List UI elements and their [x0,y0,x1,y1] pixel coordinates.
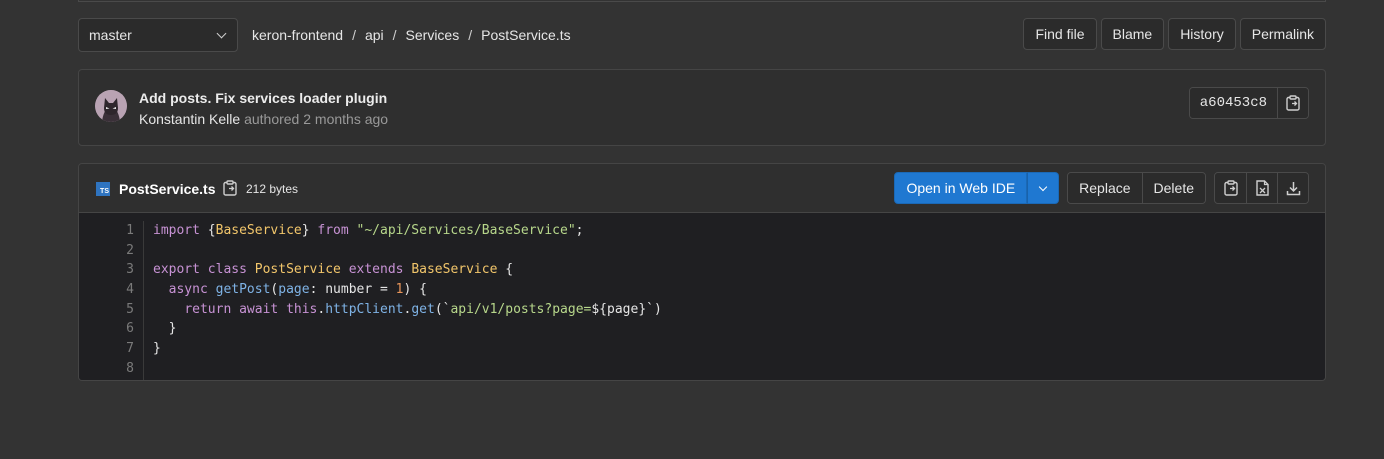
line-number[interactable]: 6 [79,319,143,339]
clipboard-icon [223,180,237,196]
code-line: import {BaseService} from "~/api/Service… [153,223,584,238]
line-number[interactable]: 7 [79,339,143,359]
code-line: } [153,341,161,357]
commit-sha-group: a60453c8 [1188,87,1309,119]
line-number[interactable]: 2 [79,241,143,261]
line-number[interactable]: 5 [79,300,143,320]
chevron-down-icon [1038,182,1048,191]
file-name: PostService.ts [119,181,216,197]
clipboard-icon [1223,180,1238,196]
file-nav-row: master keron-frontend / api / Services /… [78,18,1326,52]
file-tools-group [1214,172,1309,204]
download-icon [1286,181,1300,195]
code-line: export class PostService extends BaseSer… [153,262,514,278]
commit-author[interactable]: Konstantin Kelle [139,111,240,127]
replace-button[interactable]: Replace [1068,173,1142,203]
breadcrumb-project[interactable]: keron-frontend [252,27,343,43]
line-number[interactable]: 3 [79,260,143,280]
branch-label: master [89,27,132,43]
permalink-button[interactable]: Permalink [1239,18,1326,50]
download-button[interactable] [1277,173,1308,203]
top-divider [78,0,1326,2]
commit-authored-time: authored 2 months ago [244,111,389,127]
open-raw-button[interactable] [1246,173,1277,203]
copy-sha-button[interactable] [1277,88,1308,118]
chevron-down-icon [216,28,227,39]
breadcrumb: keron-frontend / api / Services / PostSe… [252,18,571,52]
clipboard-icon [1286,95,1300,111]
code-view: 1 2 3 4 5 6 7 8 import {BaseService} fro… [79,213,1325,380]
find-file-button[interactable]: Find file [1023,18,1097,50]
line-number[interactable]: 4 [79,280,143,300]
last-commit-box: Add posts. Fix services loader plugin Ko… [78,69,1326,146]
line-number[interactable]: 8 [79,359,143,379]
copy-file-path-button[interactable] [223,180,239,198]
raw-file-icon [1255,180,1269,196]
commit-meta: Konstantin Kelle authored 2 months ago [139,111,388,127]
commit-sha[interactable]: a60453c8 [1189,88,1277,118]
file-header: TS PostService.ts 212 bytes Open in Web … [79,164,1325,213]
breadcrumb-separator: / [392,27,397,43]
code-line: async getPost(page: number = 1) { [168,282,427,298]
line-number-gutter: 1 2 3 4 5 6 7 8 [79,221,144,380]
breadcrumb-services[interactable]: Services [406,27,460,43]
copy-contents-button[interactable] [1215,173,1246,203]
avatar[interactable] [95,90,127,122]
code-line: return await this.httpClient.get(`api/v1… [184,301,662,317]
edit-button-group: Replace Delete [1067,172,1206,204]
code-lines: import {BaseService} from "~/api/Service… [153,221,662,379]
line-number[interactable]: 1 [79,221,143,241]
file-size: 212 bytes [246,182,299,196]
blame-button[interactable]: Blame [1100,18,1165,50]
file-holder: TS PostService.ts 212 bytes Open in Web … [78,163,1326,381]
code-line: ​ [153,241,662,261]
code-line: } [153,321,177,337]
web-ide-group: Open in Web IDE [894,172,1060,204]
breadcrumb-separator: / [468,27,473,43]
breadcrumb-file[interactable]: PostService.ts [481,27,570,43]
breadcrumb-separator: / [352,27,356,43]
file-actions: Find file Blame History Permalink [1023,18,1326,52]
file-header-actions: Open in Web IDE Replace Delete [894,172,1309,204]
commit-title[interactable]: Add posts. Fix services loader plugin [139,90,387,106]
typescript-file-icon: TS [96,182,110,196]
branch-dropdown[interactable]: master [78,18,238,52]
web-ide-dropdown-button[interactable] [1027,172,1060,204]
history-button[interactable]: History [1168,18,1236,50]
delete-button[interactable]: Delete [1141,173,1205,203]
open-web-ide-button[interactable]: Open in Web IDE [894,172,1028,204]
breadcrumb-api[interactable]: api [365,27,384,43]
code-line: ​ [153,359,662,379]
